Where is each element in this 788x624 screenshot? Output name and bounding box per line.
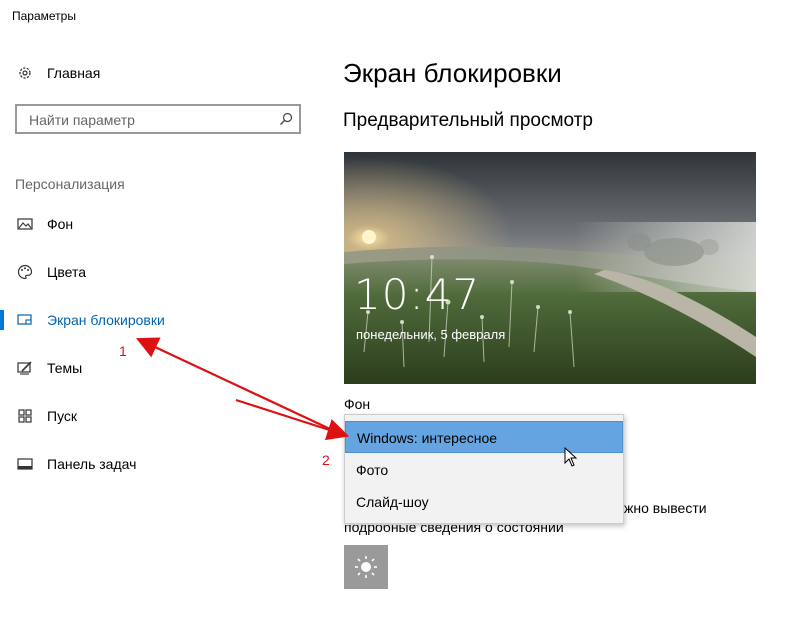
sidebar-home[interactable]: Главная <box>0 53 320 93</box>
dropdown-option-windows-spotlight[interactable]: Windows: интересное <box>345 421 623 453</box>
lock-screen-preview <box>344 152 756 384</box>
dropdown-option-photo[interactable]: Фото <box>345 454 623 486</box>
search-input[interactable]: Найти параметр <box>15 104 301 134</box>
sidebar-item-label: Темы <box>47 360 83 376</box>
detail-status-text: жно вывести <box>624 500 707 516</box>
preview-time: 10:47 <box>354 270 481 319</box>
gear-icon <box>16 64 34 82</box>
sidebar-item-label: Цвета <box>47 264 86 280</box>
sidebar-item-label: Фон <box>47 216 74 232</box>
background-label: Фон <box>344 396 371 412</box>
annotation-label-1: 1 <box>119 343 127 359</box>
sidebar-item-lock-screen[interactable]: Экран блокировки <box>0 300 320 340</box>
taskbar-icon <box>16 455 34 473</box>
page-title: Экран блокировки <box>343 58 562 88</box>
sidebar-item-background[interactable]: Фон <box>0 204 320 244</box>
sidebar-item-label: Экран блокировки <box>47 312 165 328</box>
section-label: Персонализация <box>15 176 125 192</box>
search-icon[interactable] <box>279 112 293 131</box>
start-grid-icon <box>16 407 34 425</box>
themes-brush-icon <box>16 359 34 377</box>
preview-date: понедельник, 5 февраля <box>356 327 506 342</box>
mouse-cursor-icon <box>564 446 578 472</box>
background-dropdown-list[interactable]: Windows: интересное Фото Слайд-шоу <box>344 414 624 524</box>
lock-screen-icon <box>16 311 34 329</box>
sidebar-item-themes[interactable]: Темы <box>0 348 320 388</box>
dropdown-option-slideshow[interactable]: Слайд-шоу <box>345 486 623 518</box>
sidebar-home-label: Главная <box>47 65 101 81</box>
sun-brightness-icon <box>354 555 378 584</box>
sidebar-item-start[interactable]: Пуск <box>0 396 320 436</box>
search-placeholder: Найти параметр <box>29 112 135 128</box>
sidebar-item-label: Панель задач <box>47 456 137 472</box>
preview-heading: Предварительный просмотр <box>343 110 593 131</box>
sidebar-item-colors[interactable]: Цвета <box>0 252 320 292</box>
preview-landscape-image <box>344 152 756 384</box>
status-app-tile[interactable] <box>344 545 388 589</box>
sidebar-item-label: Пуск <box>47 408 78 424</box>
annotation-label-2: 2 <box>322 452 330 468</box>
palette-icon <box>16 263 34 281</box>
window-title: Параметры <box>12 9 76 23</box>
picture-icon <box>16 215 34 233</box>
sidebar-item-taskbar[interactable]: Панель задач <box>0 444 320 484</box>
